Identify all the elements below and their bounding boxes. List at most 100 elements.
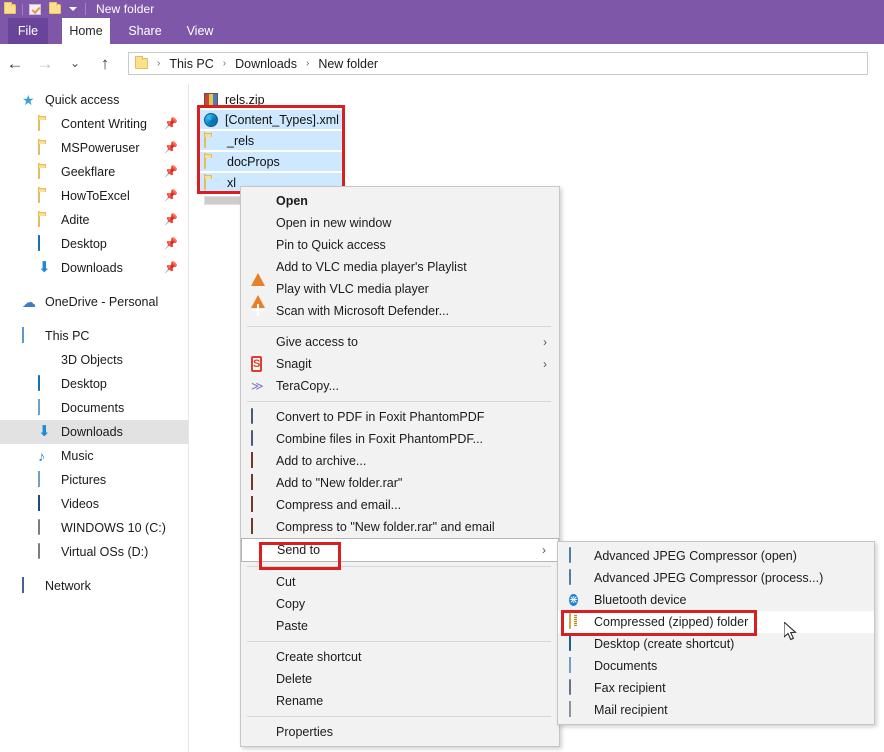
sidebar-item-network[interactable]: Network: [0, 574, 188, 598]
sidebar-item-this-pc[interactable]: This PC: [0, 324, 188, 348]
menu-item-cut[interactable]: Cut: [241, 571, 559, 593]
address-path-box[interactable]: › This PC › Downloads › New folder: [128, 52, 868, 75]
menu-item-rename[interactable]: Rename: [241, 690, 559, 712]
submenu-item-advanced-jpeg-process[interactable]: Advanced JPEG Compressor (process...): [558, 567, 874, 589]
file-name: _rels: [227, 134, 254, 148]
videos-icon: [38, 496, 54, 512]
tab-home[interactable]: Home: [62, 18, 110, 44]
menu-item-properties[interactable]: Properties: [241, 721, 559, 743]
menu-item-add-to-new-folder-rar[interactable]: Add to "New folder.rar": [241, 472, 559, 494]
tab-view[interactable]: View: [180, 18, 220, 44]
sidebar-item-desktop-qa[interactable]: Desktop 📌: [0, 232, 188, 256]
list-item-_rels[interactable]: _rels: [200, 131, 342, 150]
menu-item-label: Scan with Microsoft Defender...: [276, 304, 449, 318]
nav-spacer-3: [0, 564, 188, 574]
list-item-content-types-xml[interactable]: [Content_Types].xml: [200, 110, 342, 129]
new-folder-icon[interactable]: [45, 0, 65, 18]
quick-access-folder-icon[interactable]: [0, 0, 20, 18]
menu-item-compress-and-email[interactable]: Compress and email...: [241, 494, 559, 516]
menu-item-open[interactable]: Open: [241, 190, 559, 212]
menu-item-copy[interactable]: Copy: [241, 593, 559, 615]
sidebar-item-3d-objects[interactable]: 3D Objects: [0, 348, 188, 372]
winrar-icon: [251, 519, 267, 535]
recent-locations-button[interactable]: ⌄: [60, 48, 90, 78]
back-button[interactable]: ←: [0, 48, 30, 78]
breadcrumb-separator-0: ›: [154, 58, 163, 69]
chevron-right-icon: ›: [543, 335, 547, 349]
menu-item-create-shortcut[interactable]: Create shortcut: [241, 646, 559, 668]
menu-item-scan-with-defender[interactable]: Scan with Microsoft Defender...: [241, 300, 559, 322]
list-item-rels-zip[interactable]: rels.zip: [200, 90, 350, 109]
folder-icon: [204, 133, 220, 149]
menu-item-combine-files-foxit[interactable]: Combine files in Foxit PhantomPDF...: [241, 428, 559, 450]
menu-item-label: Paste: [276, 619, 308, 633]
submenu-item-mail-recipient[interactable]: Mail recipient: [558, 699, 874, 721]
tab-file[interactable]: File: [8, 18, 48, 44]
submenu-item-label: Advanced JPEG Compressor (open): [594, 549, 797, 563]
sidebar-item-desktop[interactable]: Desktop: [0, 372, 188, 396]
customize-caret-icon[interactable]: [69, 7, 77, 11]
submenu-item-compressed-zipped-folder[interactable]: Compressed (zipped) folder: [558, 611, 874, 633]
menu-item-teracopy[interactable]: ≫ TeraCopy...: [241, 375, 559, 397]
sidebar-item-adite[interactable]: Adite 📌: [0, 208, 188, 232]
menu-item-delete[interactable]: Delete: [241, 668, 559, 690]
properties-checkbox-icon[interactable]: [25, 0, 45, 18]
sidebar-item-content-writing[interactable]: Content Writing 📌: [0, 112, 188, 136]
sidebar-item-videos[interactable]: Videos: [0, 492, 188, 516]
menu-item-compress-to-rar-and-email[interactable]: Compress to "New folder.rar" and email: [241, 516, 559, 538]
sidebar-item-howtoexcel[interactable]: HowToExcel 📌: [0, 184, 188, 208]
menu-item-add-to-archive[interactable]: Add to archive...: [241, 450, 559, 472]
context-menu[interactable]: Open Open in new window Pin to Quick acc…: [240, 186, 560, 747]
tab-share[interactable]: Share: [122, 18, 168, 44]
menu-item-paste[interactable]: Paste: [241, 615, 559, 637]
menu-separator-3: [247, 566, 551, 567]
menu-item-convert-to-pdf-foxit[interactable]: Convert to PDF in Foxit PhantomPDF: [241, 406, 559, 428]
breadcrumb-this-pc[interactable]: This PC: [167, 57, 215, 71]
titlebar-divider-1: [22, 4, 23, 15]
breadcrumb-new-folder[interactable]: New folder: [316, 57, 380, 71]
nav-spacer-1: [0, 280, 188, 290]
menu-item-add-to-vlc-playlist[interactable]: Add to VLC media player's Playlist: [241, 256, 559, 278]
send-to-submenu[interactable]: Advanced JPEG Compressor (open) Advanced…: [557, 541, 875, 725]
menu-item-play-with-vlc[interactable]: Play with VLC media player: [241, 278, 559, 300]
menu-item-snagit[interactable]: S Snagit ›: [241, 353, 559, 375]
menu-item-label: Cut: [276, 575, 295, 589]
mail-icon: [569, 702, 586, 718]
sidebar-item-geekflare[interactable]: Geekflare 📌: [0, 160, 188, 184]
menu-item-pin-to-quick-access[interactable]: Pin to Quick access: [241, 234, 559, 256]
submenu-item-fax-recipient[interactable]: Fax recipient: [558, 677, 874, 699]
up-button[interactable]: ↑: [90, 48, 120, 78]
submenu-item-documents[interactable]: Documents: [558, 655, 874, 677]
nav-label: Geekflare: [61, 165, 115, 179]
submenu-item-bluetooth-device[interactable]: ⋇ Bluetooth device: [558, 589, 874, 611]
sidebar-item-mspoweruser[interactable]: MSPoweruser 📌: [0, 136, 188, 160]
sidebar-item-virtual-os-d[interactable]: Virtual OSs (D:): [0, 540, 188, 564]
submenu-item-advanced-jpeg-open[interactable]: Advanced JPEG Compressor (open): [558, 545, 874, 567]
navigation-pane[interactable]: ★ Quick access Content Writing 📌 MSPower…: [0, 84, 188, 752]
sidebar-item-pictures[interactable]: Pictures: [0, 468, 188, 492]
list-item-docprops[interactable]: docProps: [200, 152, 342, 171]
nav-group-quick-access[interactable]: ★ Quick access: [0, 88, 188, 112]
pin-icon: 📌: [164, 239, 174, 249]
nav-label: Network: [45, 579, 91, 593]
chevron-right-icon: ›: [542, 543, 546, 557]
sidebar-item-music[interactable]: ♪ Music: [0, 444, 188, 468]
pin-icon: 📌: [164, 143, 174, 153]
submenu-item-desktop-create-shortcut[interactable]: Desktop (create shortcut): [558, 633, 874, 655]
menu-item-open-in-new-window[interactable]: Open in new window: [241, 212, 559, 234]
sidebar-item-documents[interactable]: Documents: [0, 396, 188, 420]
menu-item-label: Send to: [277, 543, 320, 557]
menu-item-give-access-to[interactable]: Give access to ›: [241, 331, 559, 353]
menu-item-label: Convert to PDF in Foxit PhantomPDF: [276, 410, 484, 424]
sidebar-item-downloads[interactable]: ⬇ Downloads: [0, 420, 188, 444]
sidebar-item-windows-10-c[interactable]: WINDOWS 10 (C:): [0, 516, 188, 540]
edge-browser-icon: [204, 113, 218, 127]
documents-icon: [38, 400, 54, 416]
menu-separator-4: [247, 641, 551, 642]
sidebar-item-onedrive[interactable]: ☁ OneDrive - Personal: [0, 290, 188, 314]
breadcrumb-downloads[interactable]: Downloads: [233, 57, 299, 71]
sidebar-item-downloads-qa[interactable]: ⬇ Downloads 📌: [0, 256, 188, 280]
forward-button[interactable]: →: [30, 48, 60, 78]
folder-icon: [204, 175, 220, 191]
menu-item-send-to[interactable]: Send to ›: [241, 538, 559, 562]
